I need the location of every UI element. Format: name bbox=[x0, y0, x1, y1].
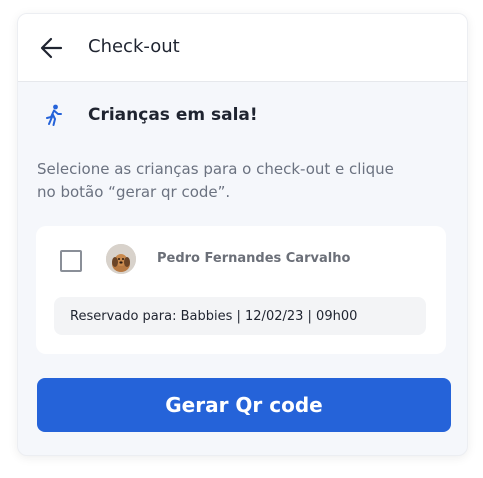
back-button[interactable] bbox=[39, 36, 65, 60]
header: Check-out bbox=[18, 14, 467, 82]
child-checkbox[interactable] bbox=[60, 250, 82, 272]
walking-person-icon bbox=[45, 104, 63, 126]
instructions-text: Selecione as crianças para o check-out e… bbox=[37, 160, 394, 201]
child-name: Pedro Fernandes Carvalho bbox=[157, 251, 351, 266]
avatar bbox=[106, 244, 136, 274]
page-title: Check-out bbox=[88, 36, 180, 57]
generate-qr-code-button[interactable]: Gerar Qr code bbox=[37, 378, 451, 432]
checkout-card: Check-out Crianças em sala! Selecione as… bbox=[17, 13, 468, 456]
section-title: Crianças em sala! bbox=[88, 105, 258, 125]
child-card: Pedro Fernandes Carvalho Reservado para:… bbox=[36, 226, 446, 354]
reservation-text: Reservado para: Babbies | 12/02/23 | 09h… bbox=[70, 309, 358, 324]
reservation-info: Reservado para: Babbies | 12/02/23 | 09h… bbox=[54, 297, 426, 335]
arrow-left-icon bbox=[40, 37, 63, 59]
